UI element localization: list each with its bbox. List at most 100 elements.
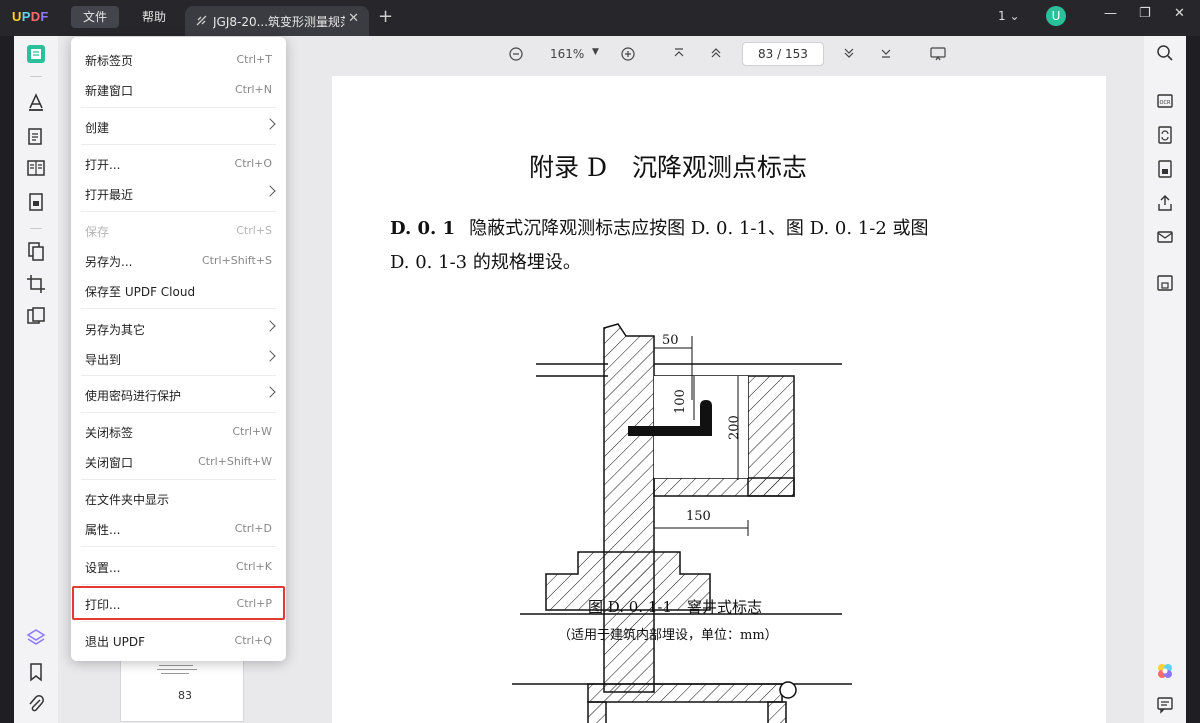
dimension-100: 100 xyxy=(673,389,688,414)
menu-item-exit[interactable]: 退出 UPDF Ctrl+Q xyxy=(71,625,286,655)
restore-icon[interactable]: ❐ xyxy=(1139,6,1151,21)
menu-item-shortcut: Ctrl+O xyxy=(234,157,272,170)
document-link-icon xyxy=(196,15,207,26)
menu-item-label: 另存为其它 xyxy=(85,323,146,337)
right-toolbar: OCR xyxy=(1144,36,1186,723)
page-number-input[interactable]: 83 / 153 xyxy=(742,42,824,66)
chevron-right-icon xyxy=(264,350,276,362)
menu-item-label: 导出到 xyxy=(85,353,122,367)
convert-icon[interactable] xyxy=(1156,126,1174,144)
minimize-icon[interactable]: — xyxy=(1104,6,1117,21)
menu-item-label: 保存 xyxy=(85,225,110,239)
menu-item-close-tab[interactable]: 关闭标签 Ctrl+W xyxy=(71,416,286,446)
comment-icon[interactable] xyxy=(1156,696,1174,714)
menu-item-save-as[interactable]: 另存为... Ctrl+Shift+S xyxy=(71,245,286,275)
share-icon[interactable] xyxy=(1156,194,1174,212)
zoom-dropdown-icon[interactable]: ▼ xyxy=(592,47,599,57)
presentation-icon[interactable] xyxy=(930,47,946,61)
next-page-icon[interactable] xyxy=(843,47,855,59)
tab-title: JGJ8-20...筑变形测量规范 xyxy=(213,15,345,29)
menu-help-button[interactable]: 帮助 xyxy=(130,6,178,28)
save-icon[interactable] xyxy=(1156,274,1174,292)
reader-mode-icon[interactable] xyxy=(26,44,46,64)
new-tab-icon[interactable]: + xyxy=(378,6,393,27)
view-toolbar: 161% ▼ 83 / 153 xyxy=(312,36,1144,72)
page-separator: / xyxy=(777,47,782,61)
window-count-label: 1 xyxy=(998,9,1006,23)
edit-pdf-icon[interactable] xyxy=(26,126,46,146)
menu-item-label: 新标签页 xyxy=(85,54,134,68)
first-page-icon[interactable] xyxy=(673,47,685,59)
layers-icon[interactable] xyxy=(26,628,46,648)
menu-item-label: 另存为... xyxy=(85,255,133,269)
compare-icon[interactable] xyxy=(26,306,46,326)
menu-item-label: 在文件夹中显示 xyxy=(85,493,170,507)
menu-item-label: 创建 xyxy=(85,121,110,135)
close-tab-icon[interactable]: ✕ xyxy=(348,11,359,26)
dimension-200: 200 xyxy=(727,415,742,440)
document-tab[interactable]: JGJ8-20...筑变形测量规范 ✕ xyxy=(185,6,369,36)
menu-item-shortcut: Ctrl+T xyxy=(236,53,272,66)
protect-icon[interactable] xyxy=(1156,160,1174,178)
avatar[interactable]: U xyxy=(1046,6,1066,26)
menu-item-shortcut: Ctrl+W xyxy=(232,425,272,438)
menu-item-new-window[interactable]: 新建窗口 Ctrl+N xyxy=(71,74,286,104)
ai-assistant-icon[interactable] xyxy=(1156,662,1174,680)
document-viewer: 161% ▼ 83 / 153 附录 D 沉降观测点标志 D. 0. 1 隐蔽式沉… xyxy=(312,36,1144,723)
total-pages: 153 xyxy=(785,47,808,61)
previous-page-icon[interactable] xyxy=(710,47,722,59)
menu-item-label: 退出 UPDF xyxy=(85,635,145,649)
form-tool-icon[interactable] xyxy=(26,192,46,212)
menu-item-label: 新建窗口 xyxy=(85,84,134,98)
figure-note: （适用于建筑内部埋设，单位：mm） xyxy=(558,628,778,643)
menu-item-properties[interactable]: 属性... Ctrl+D xyxy=(71,513,286,543)
menu-item-password-protect[interactable]: 使用密码进行保护 xyxy=(71,379,286,409)
bookmark-icon[interactable] xyxy=(26,662,46,682)
menu-item-save-as-other[interactable]: 另存为其它 xyxy=(71,313,286,343)
ocr-icon[interactable]: OCR xyxy=(1156,92,1174,110)
menu-item-export[interactable]: 导出到 xyxy=(71,343,286,373)
last-page-icon[interactable] xyxy=(880,47,892,59)
chevron-right-icon xyxy=(264,320,276,332)
menu-item-settings[interactable]: 设置... Ctrl+K xyxy=(71,551,286,581)
menu-item-shortcut: Ctrl+D xyxy=(234,522,272,535)
clause-number: D. 0. 1 xyxy=(390,218,456,239)
zoom-out-icon[interactable] xyxy=(509,47,523,61)
highlight-tool-icon[interactable] xyxy=(26,92,46,112)
menu-item-label: 使用密码进行保护 xyxy=(85,389,182,403)
menu-item-shortcut: Ctrl+Shift+S xyxy=(202,254,272,267)
current-page: 83 xyxy=(758,47,774,61)
menu-item-show-in-folder[interactable]: 在文件夹中显示 xyxy=(71,483,286,513)
window-count[interactable]: 1 ⌄ xyxy=(998,9,1020,23)
print-highlight-box xyxy=(72,586,285,620)
attachment-icon[interactable] xyxy=(26,694,46,714)
menu-file-button[interactable]: 文件 xyxy=(71,6,120,28)
menu-item-new-tab[interactable]: 新标签页 Ctrl+T xyxy=(71,44,286,74)
organize-pages-icon[interactable] xyxy=(26,241,46,261)
email-icon[interactable] xyxy=(1156,228,1174,246)
menu-item-save[interactable]: 保存 Ctrl+S xyxy=(71,215,286,245)
menu-item-shortcut: Ctrl+Shift+W xyxy=(198,455,272,468)
menu-item-shortcut: Ctrl+Q xyxy=(234,634,272,647)
close-window-icon[interactable]: ✕ xyxy=(1174,6,1185,21)
chevron-right-icon xyxy=(264,386,276,398)
menu-item-label: 关闭窗口 xyxy=(85,456,134,470)
menu-item-open-recent[interactable]: 打开最近 xyxy=(71,178,286,208)
menu-item-label: 关闭标签 xyxy=(85,426,134,440)
menu-item-save-cloud[interactable]: 保存至 UPDF Cloud xyxy=(71,275,286,305)
search-icon[interactable] xyxy=(1156,44,1174,62)
menu-item-create[interactable]: 创建 xyxy=(71,111,286,141)
paragraph-line-1: D. 0. 1 隐蔽式沉降观测标志应按图 D. 0. 1-1、图 D. 0. 1-… xyxy=(390,214,929,240)
crop-icon[interactable] xyxy=(26,274,46,294)
menu-item-shortcut: Ctrl+S xyxy=(236,224,272,237)
menu-item-open[interactable]: 打开... Ctrl+O xyxy=(71,148,286,178)
zoom-in-icon[interactable] xyxy=(621,47,635,61)
figure-caption: 图 D. 0. 1-1 窨井式标志 xyxy=(588,598,763,616)
paragraph-line-2: D. 0. 1-3 的规格埋设。 xyxy=(390,252,581,273)
paragraph-text: 隐蔽式沉降观测标志应按图 D. 0. 1-1、图 D. 0. 1-2 或图 xyxy=(469,218,929,239)
page-organize-icon[interactable] xyxy=(26,158,46,178)
menu-item-label: 保存至 UPDF Cloud xyxy=(85,285,196,299)
svg-text:OCR: OCR xyxy=(1160,100,1171,106)
zoom-level[interactable]: 161% xyxy=(550,47,584,61)
menu-item-close-window[interactable]: 关闭窗口 Ctrl+Shift+W xyxy=(71,446,286,476)
